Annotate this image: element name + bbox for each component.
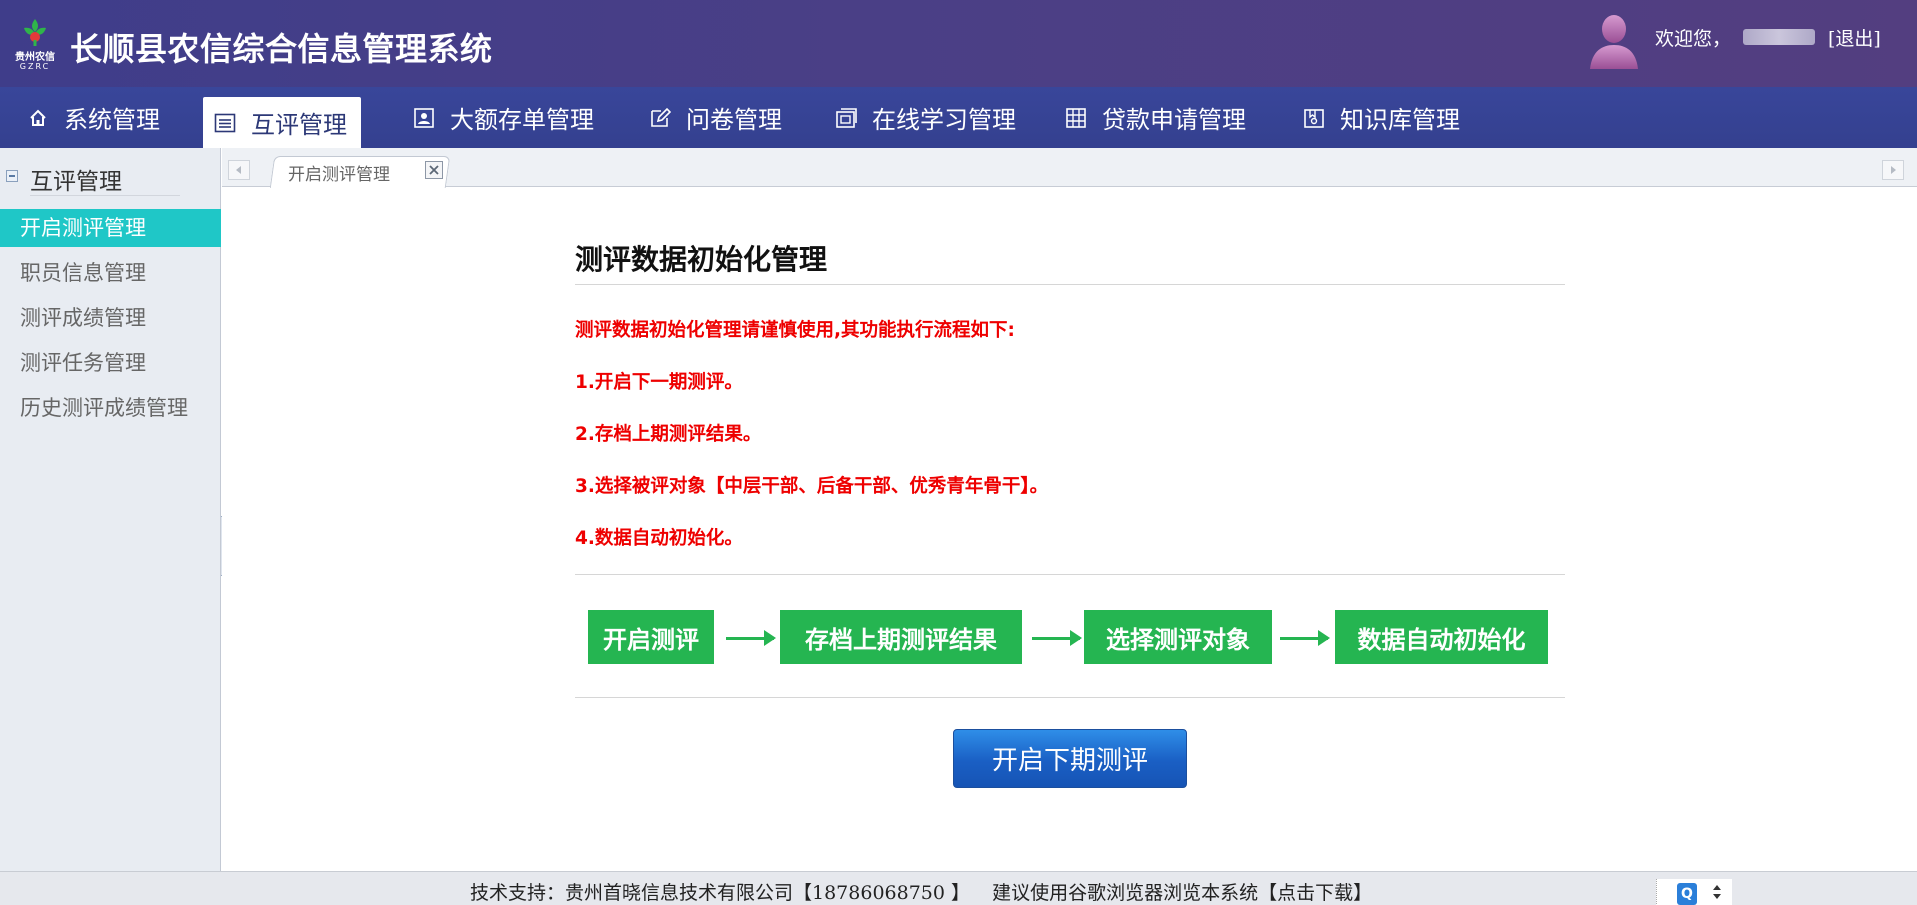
divider <box>575 574 1565 575</box>
nav-item-label: 互评管理 <box>251 111 347 139</box>
flow-step: 选择测评对象 <box>1084 610 1272 664</box>
logo-mark-icon <box>24 19 46 46</box>
nav-item-label: 问卷管理 <box>686 106 782 134</box>
list-icon <box>213 111 237 135</box>
sidebar: 互评管理 开启测评管理 职员信息管理 测评成绩管理 测评任务管理 历史测评成绩管… <box>0 148 221 871</box>
user-card-icon <box>412 106 436 130</box>
grid-icon <box>1064 106 1088 130</box>
q-icon: Q <box>1677 883 1697 905</box>
flow-step: 存档上期测评结果 <box>780 610 1022 664</box>
browser-suggestion: 建议使用谷歌浏览器浏览本系统 <box>992 882 1259 904</box>
nav-item-label: 系统管理 <box>64 106 160 134</box>
divider <box>575 284 1565 285</box>
home-icon <box>26 106 50 130</box>
footer-text: 技术支持：贵州首晓信息技术有限公司【18786068750 】 建议使用谷歌浏览… <box>470 878 1372 905</box>
arrow-right-icon <box>1032 630 1082 646</box>
sidebar-item-open-evaluation[interactable]: 开启测评管理 <box>0 209 221 247</box>
tab-scroll-right-icon[interactable] <box>1882 160 1904 180</box>
nav-item-survey[interactable]: 问卷管理 <box>648 87 782 148</box>
nav-item-loan-application[interactable]: 贷款申请管理 <box>1064 87 1246 148</box>
arrow-down-icon <box>1713 894 1721 899</box>
step-item: 4.数据自动初始化。 <box>575 528 743 549</box>
app-header: 贵州农信 GZRC 长顺县农信综合信息管理系统 欢迎您， [退出] <box>0 0 1917 87</box>
username-redacted <box>1743 29 1815 45</box>
arrow-right-icon <box>726 630 776 646</box>
warning-notice: 测评数据初始化管理请谨慎使用,其功能执行流程如下: <box>575 320 1015 341</box>
book-icon <box>1302 106 1326 130</box>
support-info: 技术支持：贵州首晓信息技术有限公司【18786068750 】 <box>470 882 971 904</box>
nav-item-system[interactable]: 系统管理 <box>26 87 160 148</box>
sidebar-item-staff-info[interactable]: 职员信息管理 <box>0 254 221 292</box>
sidebar-header: 互评管理 <box>0 148 221 200</box>
flow-step: 开启测评 <box>588 610 714 664</box>
sidebar-item-evaluation-scores[interactable]: 测评成绩管理 <box>0 299 221 337</box>
tab-close-icon[interactable] <box>425 161 443 179</box>
logo-text-en: GZRC <box>19 62 51 71</box>
collapse-icon[interactable] <box>6 170 18 182</box>
logout-link[interactable]: [退出] <box>1828 24 1881 51</box>
nav-item-label: 贷款申请管理 <box>1102 106 1246 134</box>
tab-scroll-left-icon[interactable] <box>228 160 250 180</box>
nav-item-peer-review[interactable]: 互评管理 <box>203 97 361 148</box>
user-avatar-icon <box>1590 15 1638 69</box>
flow-step: 数据自动初始化 <box>1335 610 1548 664</box>
main-nav: 系统管理 互评管理 大额存单管理 问卷管理 在线学习管理 贷款申请管理 知识库管… <box>0 87 1917 148</box>
footer: 技术支持：贵州首晓信息技术有限公司【18786068750 】 建议使用谷歌浏览… <box>0 871 1917 905</box>
main-content: 测评数据初始化管理 测评数据初始化管理请谨慎使用,其功能执行流程如下: 1.开启… <box>222 188 1917 871</box>
step-item: 2.存档上期测评结果。 <box>575 424 762 445</box>
sidebar-title: 互评管理 <box>30 169 122 195</box>
logo: 贵州农信 GZRC <box>12 18 58 74</box>
nav-item-knowledge-base[interactable]: 知识库管理 <box>1302 87 1460 148</box>
welcome-text: 欢迎您， <box>1655 28 1732 50</box>
tab-bar: 开启测评管理 <box>222 148 1917 188</box>
arrow-right-icon <box>1280 630 1330 646</box>
arrow-up-icon <box>1713 885 1721 890</box>
edit-icon <box>648 106 672 130</box>
divider <box>30 195 180 196</box>
nav-item-label: 大额存单管理 <box>450 106 594 134</box>
page-title: 测评数据初始化管理 <box>575 243 828 276</box>
system-title: 长顺县农信综合信息管理系统 <box>70 30 493 68</box>
start-next-evaluation-button[interactable]: 开启下期测评 <box>953 729 1187 788</box>
step-item: 1.开启下一期测评。 <box>575 372 743 393</box>
sidebar-item-evaluation-tasks[interactable]: 测评任务管理 <box>0 344 221 382</box>
tab-label: 开启测评管理 <box>288 165 390 185</box>
step-item: 3.选择被评对象【中层干部、后备干部、优秀青年骨干】。 <box>575 476 1049 497</box>
frame-icon <box>834 106 858 130</box>
nav-item-label: 知识库管理 <box>1340 106 1460 134</box>
divider <box>575 697 1565 698</box>
nav-item-online-learning[interactable]: 在线学习管理 <box>834 87 1016 148</box>
sidebar-item-history-scores[interactable]: 历史测评成绩管理 <box>0 389 221 427</box>
logo-text-cn: 贵州农信 <box>15 52 55 63</box>
download-link[interactable]: 【点击下载】 <box>1258 882 1372 904</box>
nav-item-label: 在线学习管理 <box>872 106 1016 134</box>
footer-widget[interactable]: Q <box>1656 879 1732 905</box>
nav-item-large-deposit[interactable]: 大额存单管理 <box>412 87 594 148</box>
